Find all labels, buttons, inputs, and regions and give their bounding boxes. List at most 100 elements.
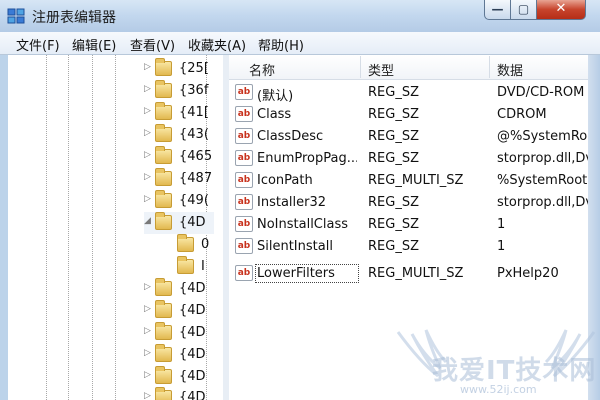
tree-item-label: {465 [179, 149, 213, 164]
collapse-arrow-icon[interactable]: ◢ [144, 216, 151, 226]
menu-help[interactable]: 帮助(H) [258, 35, 304, 54]
key-tree-pane[interactable]: ▷ {25[ ▷ {36f ▷ {41[ ▷ {43( ▷ {465 ▷ {48… [8, 55, 224, 400]
column-header-name[interactable]: 名称 [249, 60, 275, 79]
column-divider[interactable] [489, 56, 490, 78]
value-row[interactable]: ab Class REG_SZ CDROM [229, 104, 588, 126]
folder-icon [155, 278, 172, 296]
expand-arrow-icon[interactable]: ▷ [144, 194, 151, 204]
string-value-icon: ab [235, 194, 253, 210]
tree-item-label: {4D [179, 325, 206, 340]
registry-editor-icon [7, 8, 25, 24]
expand-arrow-icon[interactable]: ▷ [144, 84, 151, 94]
value-data: @%SystemRoo [497, 129, 588, 144]
expand-arrow-icon[interactable]: ▷ [144, 370, 151, 380]
tree-item-label: {4D [179, 215, 206, 230]
value-name: Installer32 [257, 195, 327, 210]
value-list-pane[interactable]: 名称 类型 数据 ab (默认) REG_SZ DVD/CD-ROM ab Cl… [229, 55, 588, 400]
value-name: Class [257, 107, 292, 122]
expand-arrow-icon[interactable]: ▷ [144, 304, 151, 314]
value-data: %SystemRoot% [497, 173, 588, 188]
expand-arrow-icon[interactable]: ▷ [144, 106, 151, 116]
expand-arrow-icon[interactable]: ▷ [144, 326, 151, 336]
menu-file[interactable]: 文件(F) [16, 35, 60, 54]
window-right-border [588, 55, 600, 400]
tree-item-label: {36f [179, 83, 209, 98]
folder-icon [155, 387, 172, 400]
menu-view[interactable]: 查看(V) [130, 35, 175, 54]
folder-icon [155, 80, 172, 98]
column-header-type[interactable]: 类型 [368, 60, 394, 79]
expand-arrow-icon[interactable]: ▷ [144, 128, 151, 138]
tree-item-label: {4D [179, 369, 206, 384]
value-name: (默认) [257, 89, 294, 104]
expand-arrow-icon[interactable]: ▷ [144, 282, 151, 292]
string-value-icon: ab [235, 172, 253, 188]
expand-arrow-icon[interactable]: ▷ [144, 62, 151, 72]
tree-item-label: 0 [201, 237, 210, 252]
tree-item-label: I [201, 259, 205, 274]
value-data: DVD/CD-ROM [497, 85, 585, 100]
folder-icon [155, 322, 172, 340]
tree-item-label: {4D [179, 347, 206, 362]
value-data: PxHelp20 [497, 266, 559, 281]
value-data: storprop.dll,Dv [497, 151, 588, 166]
string-value-icon: ab [235, 216, 253, 232]
maximize-icon: ▢ [517, 2, 530, 16]
value-name: LowerFilters [255, 264, 359, 283]
tree-item-label: {41[ [179, 105, 209, 120]
tree-item-label: {487 [179, 171, 213, 186]
folder-icon [155, 168, 172, 186]
close-button[interactable]: ✕ [536, 0, 586, 20]
value-row[interactable]: ab ClassDesc REG_SZ @%SystemRoo [229, 126, 588, 148]
value-type: REG_SZ [368, 195, 419, 210]
value-data: 1 [497, 217, 506, 232]
value-type: REG_MULTI_SZ [368, 173, 464, 188]
tree-item-label: {49( [179, 193, 209, 208]
value-row[interactable]: ab SilentInstall REG_SZ 1 [229, 236, 588, 258]
minimize-icon: — [491, 2, 504, 16]
value-type: REG_SZ [368, 239, 419, 254]
value-name: EnumPropPag... [257, 151, 357, 166]
column-header-bar: 名称 类型 数据 [229, 55, 588, 80]
value-row[interactable]: ab NoInstallClass REG_SZ 1 [229, 214, 588, 236]
minimize-button[interactable]: — [484, 0, 511, 20]
value-row-selected[interactable]: ab LowerFilters REG_MULTI_SZ PxHelp20 [229, 263, 588, 285]
tree-guide-line [115, 55, 116, 400]
value-row[interactable]: ab Installer32 REG_SZ storprop.dll,Dv [229, 192, 588, 214]
column-divider[interactable] [360, 56, 361, 78]
tree-guide-line [46, 55, 47, 400]
folder-icon [155, 366, 172, 384]
expand-arrow-icon[interactable]: ▷ [144, 348, 151, 358]
string-value-icon: ab [235, 265, 253, 281]
column-header-data[interactable]: 数据 [497, 60, 523, 79]
tree-item-label: {43( [179, 127, 209, 142]
folder-icon [155, 102, 172, 120]
tree-item-label: {4D [179, 303, 206, 318]
tree-item-label: {4D [179, 281, 206, 296]
value-row[interactable]: ab IconPath REG_MULTI_SZ %SystemRoot% [229, 170, 588, 192]
value-type: REG_SZ [368, 85, 419, 100]
tree-item-label: {4D [179, 390, 206, 400]
value-name: IconPath [257, 173, 313, 188]
value-row[interactable]: ab EnumPropPag... REG_SZ storprop.dll,Dv [229, 148, 588, 170]
menu-favorites[interactable]: 收藏夹(A) [188, 35, 246, 54]
value-row[interactable]: ab (默认) REG_SZ DVD/CD-ROM [229, 82, 588, 104]
value-type: REG_SZ [368, 217, 419, 232]
folder-icon [177, 234, 194, 252]
expand-arrow-icon[interactable]: ▷ [144, 172, 151, 182]
folder-icon [155, 344, 172, 362]
folder-icon [155, 300, 172, 318]
expand-arrow-icon[interactable]: ▷ [144, 150, 151, 160]
folder-icon [155, 58, 172, 76]
expand-arrow-icon[interactable]: ▷ [144, 391, 151, 400]
string-value-icon: ab [235, 128, 253, 144]
menu-edit[interactable]: 编辑(E) [72, 35, 116, 54]
maximize-button[interactable]: ▢ [510, 0, 537, 20]
title-bar: 注册表编辑器 — ▢ ✕ [0, 0, 600, 32]
close-icon: ✕ [555, 1, 567, 16]
value-data: 1 [497, 239, 506, 254]
folder-icon [155, 212, 172, 230]
value-data: CDROM [497, 107, 547, 122]
folder-icon [177, 256, 194, 274]
folder-icon [155, 146, 172, 164]
